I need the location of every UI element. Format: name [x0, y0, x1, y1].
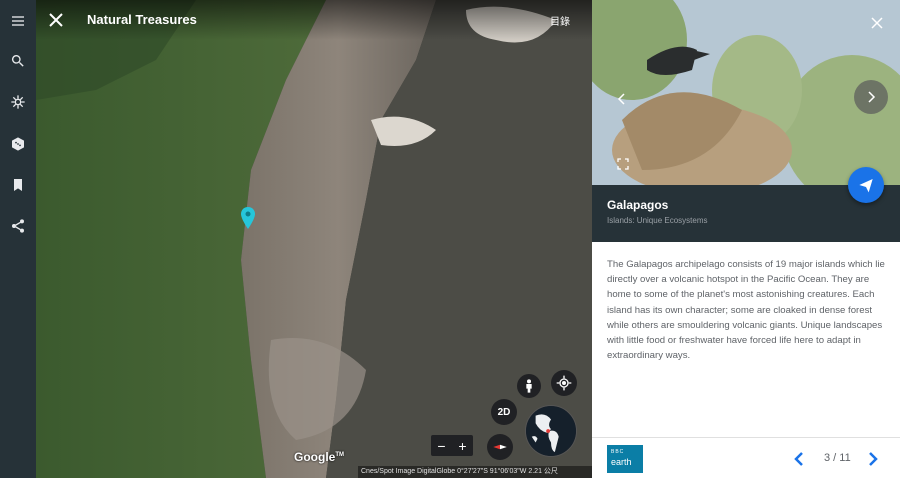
- fullscreen-icon: [617, 158, 629, 170]
- share-button[interactable]: [6, 214, 30, 238]
- next-photo-button[interactable]: [854, 80, 888, 114]
- search-icon: [11, 55, 24, 67]
- bookmark-icon: [14, 179, 22, 191]
- left-rail: [0, 0, 36, 478]
- globe-icon: [526, 406, 576, 456]
- close-card-button[interactable]: [870, 16, 884, 30]
- zoom-in-button[interactable]: +: [452, 435, 473, 456]
- crosshair-icon: [556, 375, 572, 391]
- menu-button[interactable]: [6, 9, 30, 33]
- dice-icon: [12, 137, 24, 151]
- fullscreen-button[interactable]: [617, 157, 629, 170]
- compass-button[interactable]: [487, 434, 513, 460]
- previous-photo-button[interactable]: [616, 92, 626, 105]
- voyager-icon: [11, 95, 25, 109]
- placemark-pin[interactable]: [241, 207, 255, 229]
- slide-counter: 3 / 11: [824, 452, 851, 464]
- knowledge-card: Galapagos Islands: Unique Ecosystems The…: [592, 0, 900, 478]
- voyager-button[interactable]: [6, 90, 30, 114]
- imagery-attribution: Cnes/Spot Image DigitalGlobe 0°27'27"S 9…: [358, 466, 592, 478]
- next-slide-button[interactable]: [866, 451, 880, 467]
- close-story-button[interactable]: [46, 10, 66, 30]
- table-of-contents-button[interactable]: 目錄: [550, 13, 570, 28]
- zoom-out-button[interactable]: −: [431, 435, 452, 456]
- chevron-left-icon: [794, 452, 803, 466]
- feeling-lucky-button[interactable]: [6, 132, 30, 156]
- card-footer: BBC earth 3 / 11: [592, 437, 900, 478]
- my-location-button[interactable]: [551, 370, 577, 396]
- zoom-controls: − +: [431, 435, 473, 456]
- satellite-map[interactable]: Natural Treasures 目錄 2D − + GoogleTM Cne…: [36, 0, 592, 478]
- google-logo: GoogleTM: [294, 450, 345, 464]
- previous-slide-button[interactable]: [792, 451, 806, 467]
- google-earth-app: Natural Treasures 目錄 2D − + GoogleTM Cne…: [0, 0, 900, 478]
- card-photo: [592, 0, 900, 185]
- fly-to-button[interactable]: [848, 167, 884, 203]
- street-view-pegman-button[interactable]: [517, 374, 541, 398]
- projects-button[interactable]: [6, 173, 30, 197]
- compass-icon: [493, 444, 507, 450]
- map-pin-icon: [241, 207, 255, 229]
- story-title: Natural Treasures: [87, 12, 197, 27]
- chevron-right-icon: [869, 452, 878, 466]
- place-description: The Galapagos archipelago consists of 19…: [607, 259, 885, 362]
- toggle-2d-button[interactable]: 2D: [491, 399, 517, 425]
- close-icon: [49, 13, 63, 27]
- place-name: Galapagos: [607, 198, 669, 212]
- send-icon: [859, 179, 873, 193]
- menu-icon: [12, 16, 24, 26]
- chevron-right-icon: [868, 91, 876, 103]
- search-button[interactable]: [6, 49, 30, 73]
- share-icon: [12, 219, 24, 233]
- pegman-icon: [526, 379, 532, 393]
- chevron-left-icon: [617, 93, 625, 105]
- mini-globe[interactable]: [525, 405, 577, 457]
- close-icon: [871, 17, 883, 29]
- bbc-earth-logo[interactable]: BBC earth: [607, 445, 643, 473]
- place-subtitle: Islands: Unique Ecosystems: [607, 216, 708, 225]
